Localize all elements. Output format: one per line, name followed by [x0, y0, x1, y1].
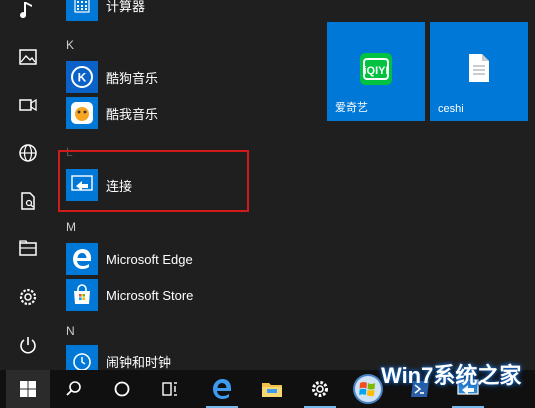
file-explorer-icon[interactable]: [17, 237, 39, 259]
start-rail: [0, 0, 54, 370]
tiles-panel: iQIYI 爱奇艺 ceshi: [320, 0, 535, 370]
tile-label: 爱奇艺: [335, 102, 368, 114]
tile-label: ceshi: [438, 103, 464, 115]
kugou-icon: K: [66, 61, 98, 93]
videos-icon[interactable]: [17, 94, 39, 116]
settings-icon[interactable]: [17, 286, 39, 308]
search-button[interactable]: [52, 370, 96, 408]
group-letter-m[interactable]: M: [66, 220, 76, 234]
app-label: 酷狗音乐: [106, 70, 159, 86]
group-letter-n[interactable]: N: [66, 324, 75, 338]
calculator-icon: [66, 0, 98, 21]
group-letter-k[interactable]: K: [66, 38, 74, 52]
highlight-box: [58, 150, 249, 212]
documents-icon[interactable]: [17, 190, 39, 212]
list-item-kuwo[interactable]: 酷我音乐: [66, 96, 158, 130]
pictures-icon[interactable]: [17, 46, 39, 68]
app-label: Microsoft Edge: [106, 251, 193, 267]
taskbar-edge[interactable]: [200, 370, 244, 408]
cortana-button[interactable]: [100, 370, 144, 408]
list-item-store[interactable]: Microsoft Store: [66, 278, 193, 312]
document-icon: [466, 52, 492, 89]
start-icon: [20, 381, 36, 397]
power-icon[interactable]: [17, 334, 39, 356]
file-explorer-icon: [262, 383, 282, 397]
watermark-text: Win7系统之家: [381, 363, 522, 388]
store-icon: [66, 279, 98, 311]
taskbar-file-explorer[interactable]: [250, 370, 294, 408]
edge-icon: [66, 243, 98, 275]
tile-iqiyi[interactable]: iQIYI 爱奇艺: [327, 22, 425, 121]
settings-icon: [312, 381, 328, 397]
start-button[interactable]: [6, 370, 50, 408]
network-icon[interactable]: [17, 142, 39, 164]
svg-text:iQIYI: iQIYI: [363, 65, 388, 77]
cortana-icon: [114, 381, 130, 397]
watermark: Win7系统之家: [336, 352, 535, 408]
task-view-button[interactable]: [148, 370, 192, 408]
tile-ceshi[interactable]: ceshi: [430, 22, 528, 121]
edge-icon: [213, 379, 231, 399]
app-label: 酷我音乐: [106, 106, 159, 122]
list-item-kugou[interactable]: K 酷狗音乐: [66, 60, 158, 94]
task-view-icon: [162, 382, 177, 396]
app-label: 闹钟和时钟: [106, 354, 172, 370]
app-label: 计算器: [106, 0, 146, 14]
svg-text:K: K: [78, 71, 87, 85]
music-icon[interactable]: [17, 0, 39, 22]
list-item-calculator[interactable]: 计算器: [66, 0, 145, 22]
app-label: Microsoft Store: [106, 287, 194, 303]
kuwo-icon: [66, 97, 98, 129]
iqiyi-icon: iQIYI: [359, 52, 393, 91]
list-item-edge[interactable]: Microsoft Edge: [66, 242, 193, 276]
search-icon: [66, 381, 81, 396]
